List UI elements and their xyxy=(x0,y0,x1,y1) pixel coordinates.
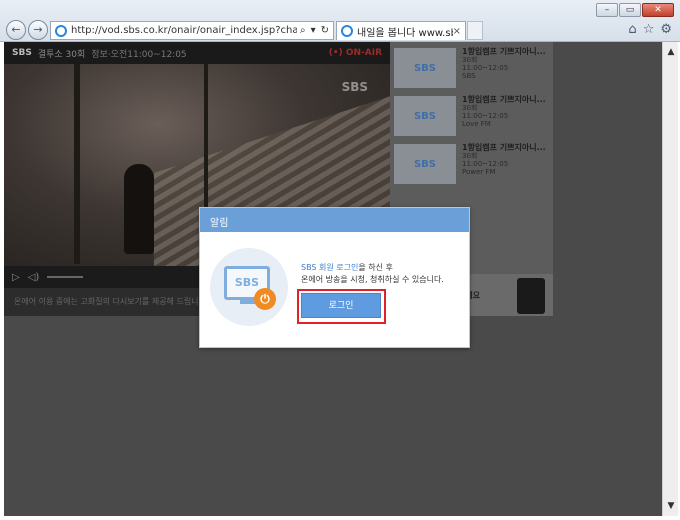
forward-button[interactable]: → xyxy=(28,20,48,40)
video-scene xyxy=(74,64,80,264)
login-illustration: SBS ⏻ xyxy=(210,248,288,326)
message-text: 을 하신 후 xyxy=(358,263,393,272)
tab-active[interactable]: 내일을 봅니다 www.sbs.co... × xyxy=(336,21,466,40)
window-controls: – ▭ ✕ xyxy=(596,3,674,17)
program-channel: Power FM xyxy=(462,168,496,176)
star-icon[interactable]: ☆ xyxy=(643,22,655,37)
minimize-button[interactable]: – xyxy=(596,3,618,17)
tab-title: 내일을 봅니다 www.sbs.co... xyxy=(357,27,453,39)
alert-dialog: 알림 SBS ⏻ SBS 회원 로그인을 하신 후 온에어 방송을 시청, 청취… xyxy=(199,207,470,348)
program-info: 1항입캠프 기쁘지아니... 30회 11:00~12:05 SBS xyxy=(462,48,546,92)
login-button[interactable]: 로그인 xyxy=(301,293,381,318)
tab-close-icon[interactable]: × xyxy=(453,26,465,37)
address-text[interactable]: http://vod.sbs.co.kr/onair/onair_index.j… xyxy=(71,25,297,36)
program-subtitle: 정보·오전11:00~12:05 xyxy=(91,49,187,60)
program-info: 1항입캠프 기쁘지아니... 30회 11:00~12:05 Love FM xyxy=(462,96,546,140)
list-item[interactable]: SBS 1항입캠프 기쁘지아니... 30회 11:00~12:05 Power… xyxy=(394,144,553,188)
player-title-bar: SBS 결투소 30회 정보·오전11:00~12:05 (•) ON-AIR xyxy=(4,42,390,64)
member-login-link[interactable]: SBS 회원 로그인 xyxy=(301,263,358,272)
back-button[interactable]: ← xyxy=(6,20,26,40)
program-episode: 30회 xyxy=(462,104,478,112)
message-line2: 온에어 방송을 시청, 청취하실 수 있습니다. xyxy=(301,275,444,284)
search-icon[interactable]: ⌕ xyxy=(300,25,306,36)
close-button[interactable]: ✕ xyxy=(642,3,674,17)
sbs-watermark: SBS xyxy=(341,80,368,94)
chevron-down-icon[interactable]: ▾ xyxy=(311,25,316,36)
program-name[interactable]: 1항입캠프 기쁘지아니... xyxy=(462,48,546,56)
program-channel: Love FM xyxy=(462,120,491,128)
play-icon[interactable]: ▷ xyxy=(12,272,20,283)
refresh-icon[interactable]: ↻ xyxy=(321,25,329,36)
gear-icon[interactable]: ⚙ xyxy=(660,22,672,37)
program-time: 11:00~12:05 xyxy=(462,160,509,168)
video-figure xyxy=(124,164,154,254)
volume-slider[interactable] xyxy=(47,276,84,278)
program-title: 결투소 30회 xyxy=(37,49,86,60)
volume-icon[interactable]: ◁) xyxy=(28,272,40,283)
program-episode: 30회 xyxy=(462,56,478,64)
video-scene xyxy=(204,64,208,224)
ie-icon xyxy=(341,25,353,37)
program-thumbnail[interactable]: SBS xyxy=(394,48,456,88)
browser-toolbar: ⌂ ☆ ⚙ xyxy=(628,22,672,37)
program-episode: 30회 xyxy=(462,152,478,160)
address-bar[interactable]: http://vod.sbs.co.kr/onair/onair_index.j… xyxy=(50,21,334,40)
program-thumbnail[interactable]: SBS xyxy=(394,144,456,184)
program-thumbnail[interactable]: SBS xyxy=(394,96,456,136)
scroll-down-icon[interactable]: ▼ xyxy=(665,500,677,512)
channel-logo: SBS xyxy=(12,48,32,58)
dialog-title: 알림 xyxy=(200,208,469,232)
address-tools: ⌕ ▾ ↻ xyxy=(300,25,333,36)
program-time: 11:00~12:05 xyxy=(462,64,509,72)
onair-badge: (•) ON-AIR xyxy=(328,48,382,58)
browser-chrome: – ▭ ✕ ← → http://vod.sbs.co.kr/onair/ona… xyxy=(0,0,680,42)
maximize-button[interactable]: ▭ xyxy=(619,3,641,17)
list-item[interactable]: SBS 1항입캠프 기쁘지아니... 30회 11:00~12:05 Love … xyxy=(394,96,553,140)
program-time: 11:00~12:05 xyxy=(462,112,509,120)
power-icon: ⏻ xyxy=(254,288,276,310)
program-channel: SBS xyxy=(462,72,476,80)
dialog-message: SBS 회원 로그인을 하신 후 온에어 방송을 시청, 청취하실 수 있습니다… xyxy=(301,262,444,286)
program-name[interactable]: 1항입캠프 기쁘지아니... xyxy=(462,144,546,152)
scroll-up-icon[interactable]: ▲ xyxy=(665,46,677,58)
program-info: 1항입캠프 기쁘지아니... 30회 11:00~12:05 Power FM xyxy=(462,144,546,188)
program-name[interactable]: 1항입캠프 기쁘지아니... xyxy=(462,96,546,104)
scrollbar[interactable]: ▲ ▼ xyxy=(662,42,678,516)
phone-image xyxy=(517,278,545,314)
list-item[interactable]: SBS 1항입캠프 기쁘지아니... 30회 11:00~12:05 SBS xyxy=(394,48,553,92)
new-tab-button[interactable] xyxy=(467,21,483,40)
home-icon[interactable]: ⌂ xyxy=(628,22,636,37)
ie-icon xyxy=(55,24,67,37)
